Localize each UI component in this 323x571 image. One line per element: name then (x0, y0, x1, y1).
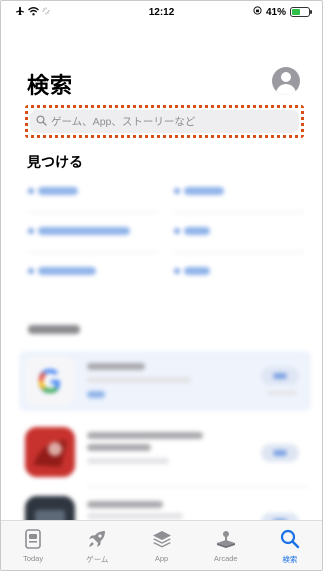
layers-icon (149, 526, 175, 552)
tab-games[interactable]: ゲーム (65, 521, 129, 570)
suggestion-search-icon (174, 228, 180, 234)
tab-search[interactable]: 検索 (258, 521, 322, 570)
search-field[interactable] (30, 110, 299, 133)
app-subtitle (87, 458, 169, 464)
section-suggested-title (28, 325, 80, 334)
app-name (87, 432, 203, 439)
suggestion-item[interactable] (184, 227, 210, 235)
app-name (87, 444, 151, 451)
suggestion-item[interactable] (184, 267, 210, 275)
tab-label: ゲーム (86, 555, 109, 564)
app-icon (25, 427, 75, 477)
suggestion-item[interactable] (184, 187, 224, 195)
divider (28, 252, 158, 253)
tab-apps[interactable]: App (129, 521, 193, 570)
suggestion-search-icon (174, 268, 180, 274)
suggestion-search-icon (174, 188, 180, 194)
app-store-screen: 12:12 41% 検索 見つける (0, 0, 323, 571)
suggestion-item[interactable] (38, 227, 130, 235)
search-highlight-box (25, 105, 304, 138)
app-list-item[interactable] (19, 351, 311, 411)
search-icon (36, 113, 47, 131)
app-icon (25, 356, 75, 406)
app-subtitle (87, 513, 183, 519)
tab-label: Arcade (213, 554, 238, 563)
status-right-icons: 41% (253, 6, 312, 18)
tab-label: App (154, 554, 169, 563)
battery-icon (290, 7, 312, 17)
app-badge (87, 391, 105, 398)
app-name (87, 363, 145, 370)
suggestion-item[interactable] (38, 267, 96, 275)
status-bar: 12:12 41% (1, 1, 322, 23)
divider (174, 252, 304, 253)
divider (87, 486, 309, 487)
app-list-item[interactable] (19, 422, 311, 487)
tab-today[interactable]: Today (1, 521, 65, 570)
divider (174, 212, 304, 213)
tab-bar: Today ゲーム App Arcade 検索 (1, 520, 322, 570)
tab-label: 検索 (282, 555, 298, 564)
rotation-lock-icon (253, 6, 262, 18)
divider (28, 212, 158, 213)
tab-label: Today (23, 554, 44, 563)
rocket-icon (84, 526, 110, 552)
search-input[interactable] (51, 115, 271, 128)
search-icon (277, 526, 303, 552)
get-button[interactable] (261, 367, 299, 385)
account-avatar[interactable] (272, 67, 300, 95)
suggestion-search-icon (28, 268, 34, 274)
section-discover-title: 見つける (27, 154, 83, 170)
get-button[interactable] (261, 444, 299, 462)
suggestion-item[interactable] (38, 187, 78, 195)
today-icon (20, 526, 46, 552)
battery-percent: 41% (265, 6, 286, 18)
suggestion-search-icon (28, 188, 34, 194)
tab-arcade[interactable]: Arcade (194, 521, 258, 570)
suggestion-search-icon (28, 228, 34, 234)
in-app-purchase-note (267, 391, 297, 395)
app-subtitle (87, 377, 191, 383)
app-name (87, 501, 163, 508)
page-title: 検索 (27, 73, 74, 98)
joystick-icon (213, 526, 239, 552)
